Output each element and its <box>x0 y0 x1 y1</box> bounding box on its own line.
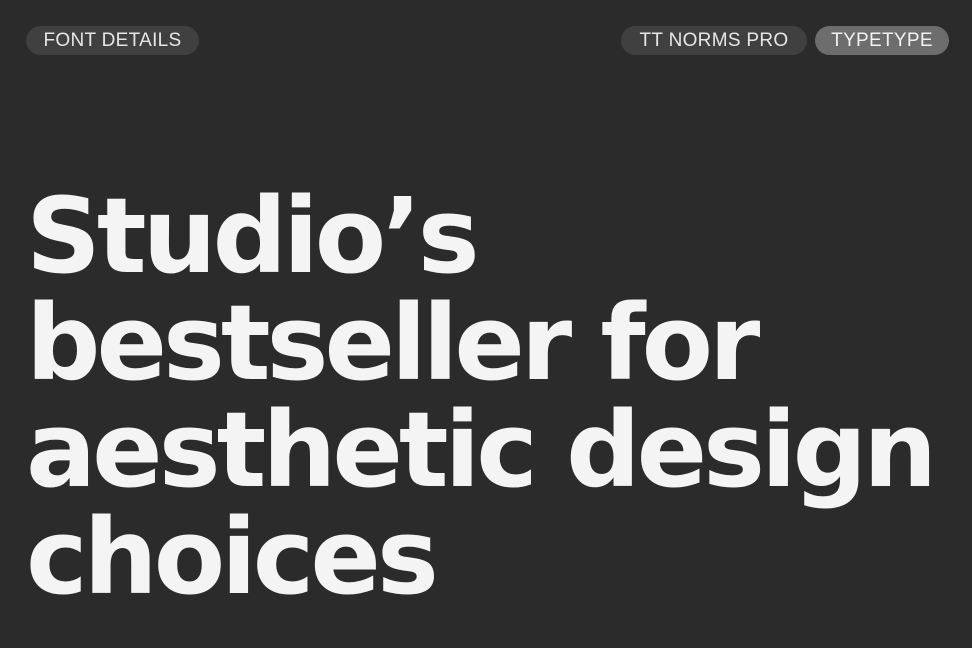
headline: Studio’s bestseller for aesthetic design… <box>26 175 937 618</box>
headline-line-3: aesthetic design <box>26 389 937 511</box>
headline-line-4: choices <box>26 496 439 618</box>
font-details-tag[interactable]: FONT DETAILS <box>26 26 199 55</box>
headline-line-2: bestseller for <box>26 282 760 404</box>
font-name-tag[interactable]: TT NORMS PRO <box>621 26 807 55</box>
foundry-tag[interactable]: TYPETYPE <box>815 26 949 55</box>
headline-line-1: Studio’s <box>26 175 480 297</box>
